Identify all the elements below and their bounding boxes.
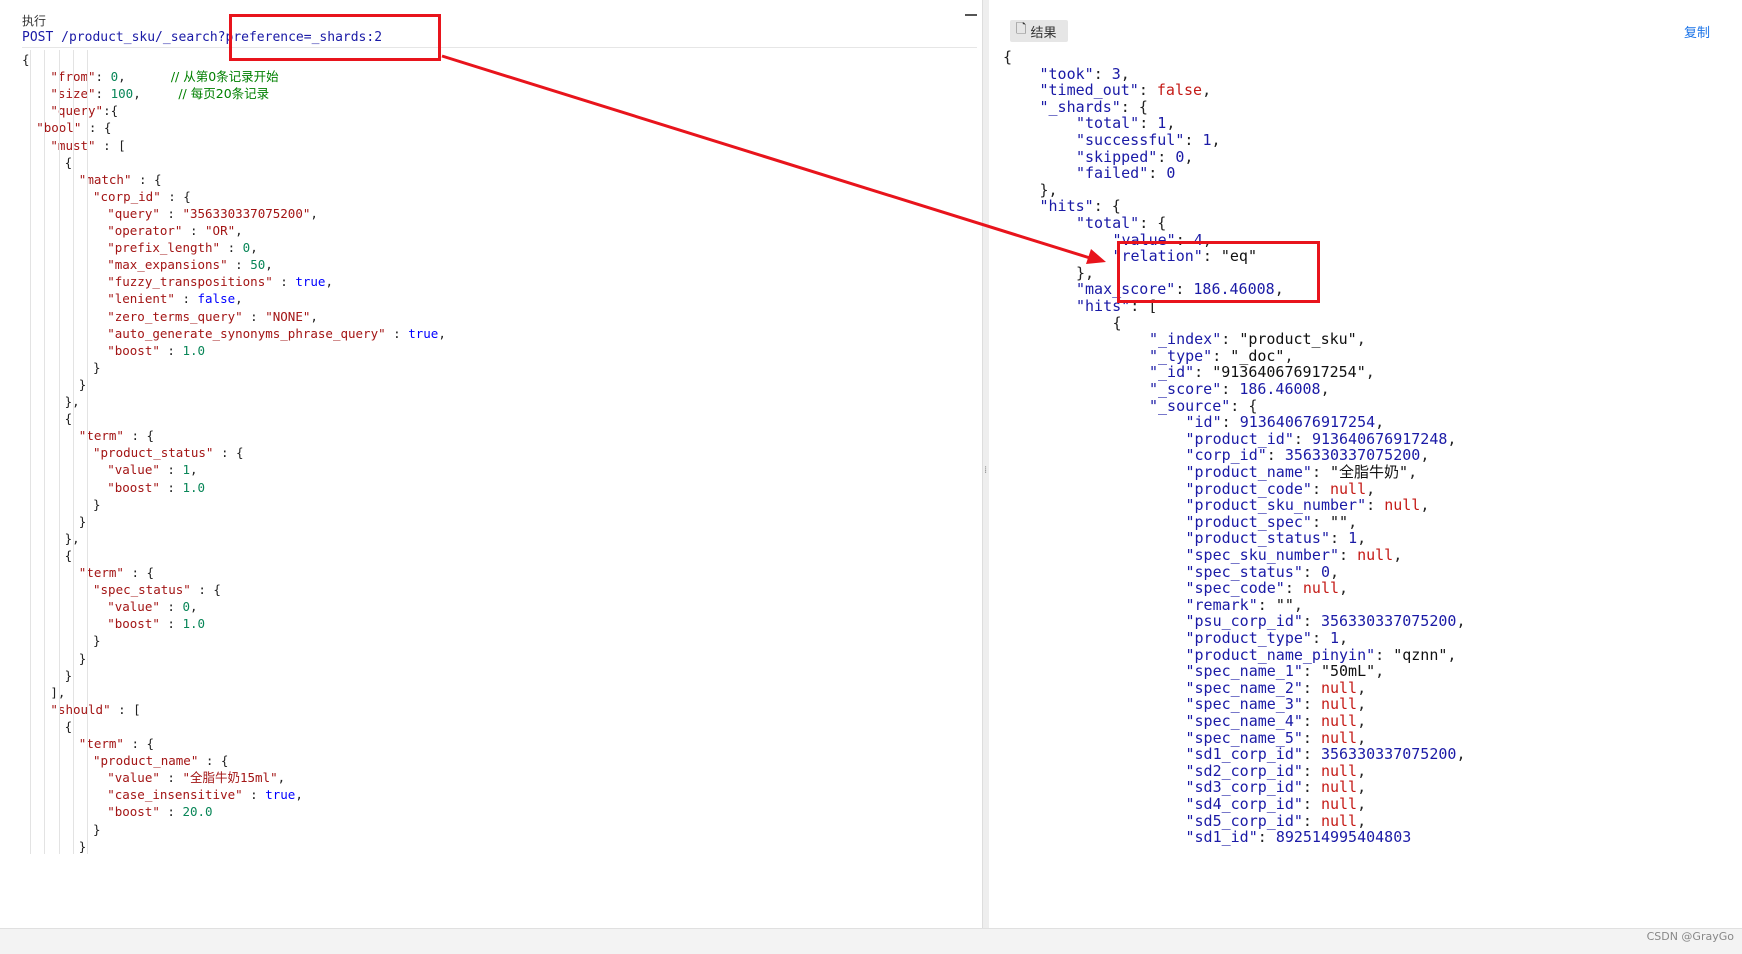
- arrow-head: [1086, 249, 1106, 264]
- arrow-line: [441, 54, 1091, 260]
- status-bar: [0, 928, 1742, 954]
- annotation-arrow: [441, 54, 1106, 264]
- watermark: CSDN @GrayGo: [1646, 930, 1734, 943]
